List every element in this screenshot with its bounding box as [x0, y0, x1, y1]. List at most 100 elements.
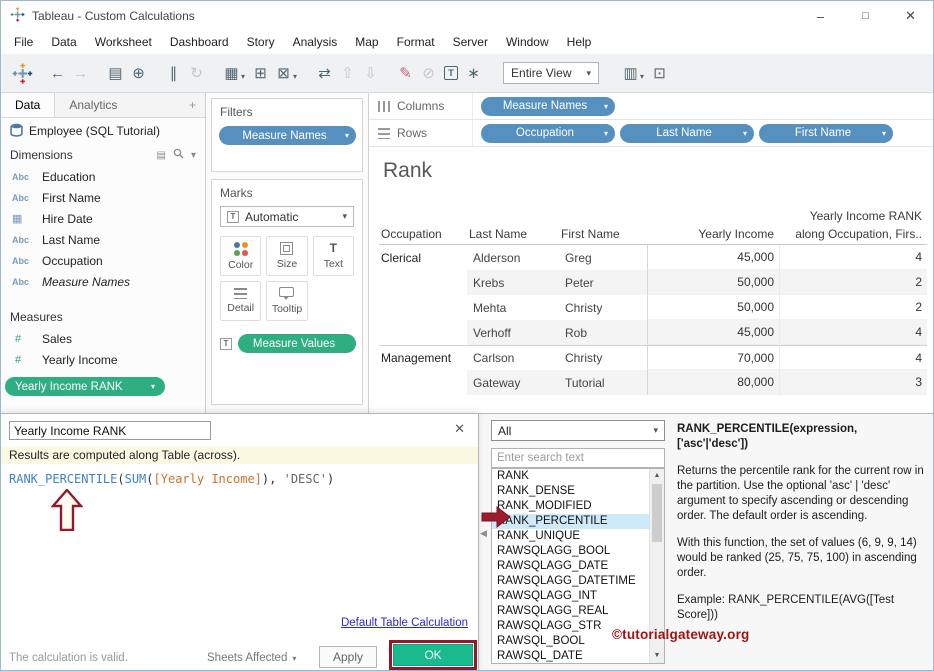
column-header-rank-line1[interactable]: Yearly Income RANK [779, 207, 927, 225]
function-item[interactable]: RAWSQLAGG_REAL [492, 604, 664, 619]
field-yearly-income[interactable]: # Yearly Income [1, 349, 205, 370]
menu-window[interactable]: Window [497, 31, 558, 54]
maximize-icon[interactable]: □ [843, 1, 888, 31]
tableau-logo-icon[interactable] [11, 60, 34, 86]
redo-icon[interactable]: → [69, 60, 92, 86]
filter-pill-measure-names[interactable]: Measure Names ▾ [219, 126, 356, 145]
color-button[interactable]: Color [220, 236, 261, 276]
apply-button[interactable]: Apply [319, 646, 377, 668]
table-cell[interactable]: Christy [559, 295, 647, 320]
column-header-first-name[interactable]: First Name [559, 225, 647, 244]
function-item[interactable]: RAWSQL_DATE [492, 649, 664, 664]
table-cell[interactable] [379, 320, 467, 345]
field-measure-names[interactable]: Abc Measure Names [1, 271, 205, 292]
close-icon[interactable]: ✕ [454, 421, 465, 437]
function-category-dropdown[interactable]: All ▾ [491, 420, 665, 441]
table-cell[interactable]: 4 [779, 320, 927, 345]
new-worksheet-caret-icon[interactable]: ▾ [241, 72, 245, 81]
table-cell[interactable]: 80,000 [647, 370, 779, 395]
menu-analysis[interactable]: Analysis [284, 31, 347, 54]
default-table-calculation-link[interactable]: Default Table Calculation [341, 617, 468, 629]
table-cell[interactable]: Management [379, 345, 467, 370]
size-button[interactable]: Size [266, 236, 307, 276]
sort-fields-caret-icon[interactable]: ▾ [191, 150, 196, 161]
presentation-mode-icon[interactable]: ⊡ [648, 60, 671, 86]
menu-story[interactable]: Story [238, 31, 284, 54]
clear-sheet-icon[interactable]: ⊠ [272, 60, 295, 86]
pin-icon[interactable]: + [180, 93, 205, 117]
scroll-down-icon[interactable]: ▼ [650, 649, 664, 663]
tab-data[interactable]: Data [1, 93, 55, 117]
table-cell[interactable]: 2 [779, 270, 927, 295]
table-cell[interactable]: Alderson [467, 245, 559, 270]
show-hide-cards-caret-icon[interactable]: ▾ [640, 72, 644, 81]
table-cell[interactable]: 2 [779, 295, 927, 320]
menu-server[interactable]: Server [444, 31, 497, 54]
function-item[interactable]: RAWSQLAGG_INT [492, 589, 664, 604]
table-cell[interactable]: Verhoff [467, 320, 559, 345]
column-header-occupation[interactable]: Occupation [379, 225, 467, 244]
ok-button[interactable]: OK [393, 644, 473, 666]
menu-help[interactable]: Help [558, 31, 601, 54]
sheets-affected-dropdown[interactable]: Sheets Affected ▾ [207, 652, 296, 664]
sort-descending-icon[interactable]: ⇩ [359, 60, 382, 86]
column-header-rank-line2[interactable]: along Occupation, Firs.. [779, 225, 927, 244]
table-cell[interactable]: Greg [559, 245, 647, 270]
function-item[interactable]: RANK [492, 469, 664, 484]
text-button[interactable]: T Text [313, 236, 354, 276]
function-search-input[interactable] [491, 448, 665, 468]
menu-format[interactable]: Format [388, 31, 444, 54]
clear-sheet-caret-icon[interactable]: ▾ [293, 72, 297, 81]
pill-measure-names[interactable]: Measure Names ▾ [481, 97, 615, 116]
undo-icon[interactable]: ← [46, 60, 69, 86]
table-cell[interactable]: 50,000 [647, 270, 779, 295]
pill-last-name[interactable]: Last Name ▾ [620, 124, 754, 143]
table-cell[interactable]: Rob [559, 320, 647, 345]
column-header-last-name[interactable]: Last Name [467, 225, 559, 244]
minimize-icon[interactable]: – [798, 1, 843, 31]
table-cell[interactable]: 45,000 [647, 245, 779, 270]
field-occupation[interactable]: Abc Occupation [1, 250, 205, 271]
tab-analytics[interactable]: Analytics [55, 93, 131, 117]
data-source-item[interactable]: Employee (SQL Tutorial) [1, 118, 205, 144]
field-education[interactable]: Abc Education [1, 166, 205, 187]
field-last-name[interactable]: Abc Last Name [1, 229, 205, 250]
menu-worksheet[interactable]: Worksheet [86, 31, 161, 54]
tooltip-button[interactable]: Tooltip [266, 281, 307, 321]
search-icon[interactable] [173, 148, 184, 162]
field-yearly-income-rank-pill[interactable]: Yearly Income RANK ▾ [5, 377, 165, 396]
view-options-icon[interactable]: ▤ [157, 150, 166, 161]
table-cell[interactable]: Carlson [467, 345, 559, 370]
menu-data[interactable]: Data [42, 31, 85, 54]
run-updates-icon[interactable]: ↻ [185, 60, 208, 86]
duplic​ate-sheet-icon[interactable]: ⊞ [249, 60, 272, 86]
function-item[interactable]: RANK_DENSE [492, 484, 664, 499]
table-cell[interactable]: Gateway [467, 370, 559, 395]
menu-file[interactable]: File [5, 31, 42, 54]
menu-dashboard[interactable]: Dashboard [161, 31, 238, 54]
formula-editor[interactable]: RANK_PERCENTILE(SUM([Yearly Income]), 'D… [9, 472, 334, 486]
field-hire-date[interactable]: ▦ Hire Date [1, 208, 205, 229]
sort-ascending-icon[interactable]: ⇧ [336, 60, 359, 86]
show-hide-cards-icon[interactable]: ▥ [619, 60, 642, 86]
pause-updates-icon[interactable]: ∥ [162, 60, 185, 86]
table-cell[interactable]: Krebs [467, 270, 559, 295]
function-item-rank-percentile[interactable]: RANK_PERCENTILE [492, 514, 664, 529]
scroll-thumb[interactable] [652, 484, 662, 542]
calculation-name-input[interactable] [9, 421, 211, 440]
column-header-yearly-income[interactable]: Yearly Income [647, 225, 779, 244]
table-cell[interactable]: 45,000 [647, 320, 779, 345]
table-cell[interactable] [379, 295, 467, 320]
table-cell[interactable]: 4 [779, 345, 927, 370]
table-cell[interactable]: 4 [779, 245, 927, 270]
detail-button[interactable]: Detail [220, 281, 261, 321]
paperclip-icon[interactable]: ⊘ [417, 60, 440, 86]
table-cell[interactable]: Christy [559, 345, 647, 370]
table-cell[interactable] [379, 370, 467, 395]
new-worksheet-icon[interactable]: ▦ [220, 60, 243, 86]
show-mark-labels-icon[interactable]: T [444, 66, 458, 80]
table-cell[interactable]: Clerical [379, 245, 467, 270]
highlight-icon[interactable]: ✎ [394, 60, 417, 86]
pill-occupation[interactable]: Occupation ▾ [481, 124, 615, 143]
function-item[interactable]: RANK_MODIFIED [492, 499, 664, 514]
